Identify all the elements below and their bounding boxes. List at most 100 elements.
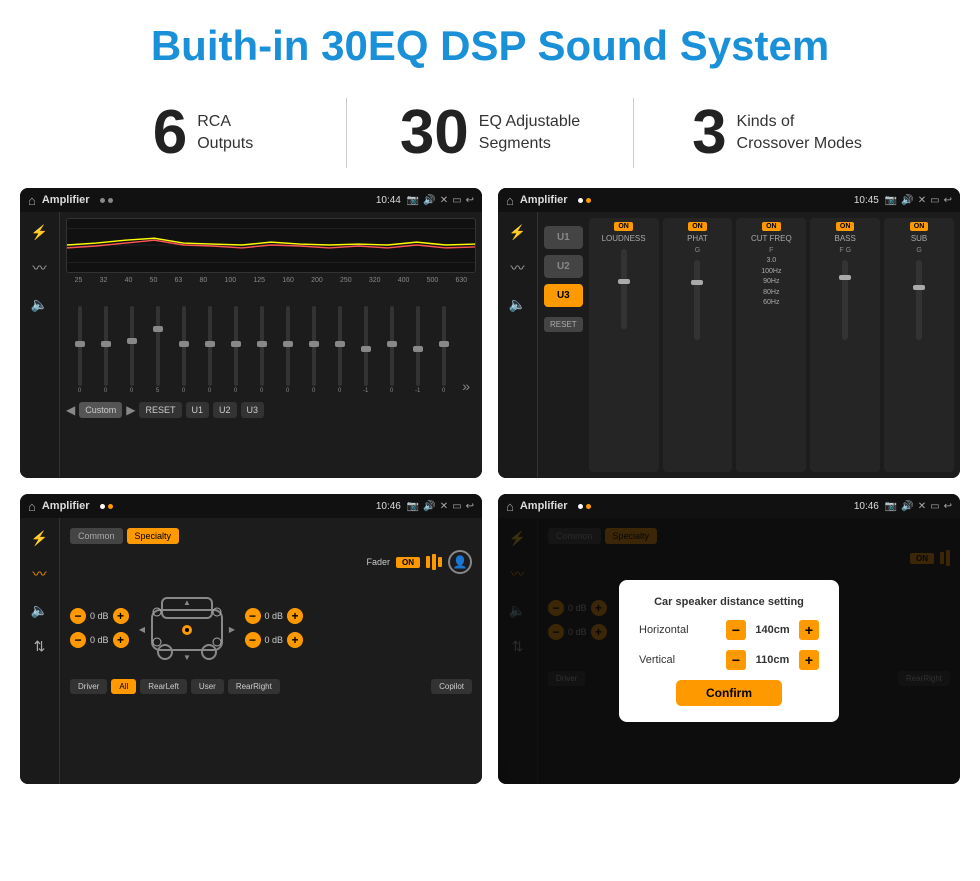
horizontal-minus-btn[interactable]: − <box>726 620 746 640</box>
tab-common[interactable]: Common <box>70 528 123 544</box>
eq-slider-12[interactable]: 0 <box>380 306 403 394</box>
stat-crossover-text: Kinds of Crossover Modes <box>737 111 862 156</box>
fader-bars <box>426 554 442 570</box>
back-icon-4[interactable]: ↩ <box>944 501 952 512</box>
sub-slider[interactable] <box>916 260 922 340</box>
volume-icon-3: 🔊 <box>423 501 435 512</box>
eq-main-area: 2532 4050 6380 100125 160200 250320 4005… <box>60 212 482 478</box>
home-icon[interactable]: ⌂ <box>28 193 36 208</box>
bass-on[interactable]: ON <box>836 222 855 231</box>
eq-btn-u1[interactable]: U1 <box>186 402 210 418</box>
eq-slider-13[interactable]: -1 <box>406 306 429 394</box>
camera-icon-3: 📷 <box>407 501 419 512</box>
cutfreq-on[interactable]: ON <box>762 222 781 231</box>
db-minus-fl[interactable]: − <box>70 608 86 624</box>
eq-slider-2[interactable]: 0 <box>120 306 143 394</box>
eq-sidebar-wave-icon[interactable]: 〰 <box>28 256 52 280</box>
crossover-sidebar-speaker-icon[interactable]: 🔈 <box>506 292 530 316</box>
volume-icon-2: 🔊 <box>901 195 913 206</box>
eq-slider-14[interactable]: 0 <box>432 306 455 394</box>
eq-slider-9[interactable]: 0 <box>302 306 325 394</box>
eq-prev-arrow[interactable]: ◀ <box>66 403 75 417</box>
eq-slider-1[interactable]: 0 <box>94 306 117 394</box>
distance-time: 10:46 <box>854 501 879 512</box>
crossover-sidebar-wave-icon[interactable]: 〰 <box>506 256 530 280</box>
fader-sidebar-eq-icon[interactable]: ⚡ <box>28 526 52 550</box>
eq-sidebar-speaker-icon[interactable]: 🔈 <box>28 292 52 316</box>
svg-text:▼: ▼ <box>183 653 191 662</box>
eq-btn-reset[interactable]: RESET <box>139 402 181 418</box>
eq-scroll-right[interactable]: » <box>458 378 474 394</box>
eq-sliders-container: 0 0 0 5 0 <box>66 288 476 398</box>
crossover-sidebar-eq-icon[interactable]: ⚡ <box>506 220 530 244</box>
vertical-minus-btn[interactable]: − <box>726 650 746 670</box>
fader-on-toggle[interactable]: ON <box>396 557 420 568</box>
crossover-home-icon[interactable]: ⌂ <box>506 193 514 208</box>
fader-user-icon[interactable]: 👤 <box>448 550 472 574</box>
back-icon[interactable]: ↩ <box>466 195 474 206</box>
db-plus-fr[interactable]: + <box>287 608 303 624</box>
fader-sidebar-arrows-icon[interactable]: ⇅ <box>28 634 52 658</box>
btn-copilot[interactable]: Copilot <box>431 679 472 694</box>
vertical-plus-btn[interactable]: + <box>799 650 819 670</box>
distance-home-icon[interactable]: ⌂ <box>506 499 514 514</box>
fader-sidebar-wave-icon[interactable]: 〰 <box>28 562 52 586</box>
eq-slider-10[interactable]: 0 <box>328 306 351 394</box>
eq-slider-5[interactable]: 0 <box>198 306 221 394</box>
u1-btn[interactable]: U1 <box>544 226 583 249</box>
eq-slider-0[interactable]: 0 <box>68 306 91 394</box>
btn-rear-right[interactable]: RearRight <box>228 679 280 694</box>
eq-sidebar-eq-icon[interactable]: ⚡ <box>28 220 52 244</box>
eq-next-arrow[interactable]: ▶ <box>126 403 135 417</box>
eq-slider-3[interactable]: 5 <box>146 306 169 394</box>
eq-btn-custom[interactable]: Custom <box>79 402 122 418</box>
phat-on[interactable]: ON <box>688 222 707 231</box>
db-minus-fr[interactable]: − <box>245 608 261 624</box>
btn-driver[interactable]: Driver <box>70 679 107 694</box>
btn-user[interactable]: User <box>191 679 224 694</box>
db-minus-rl[interactable]: − <box>70 632 86 648</box>
db-plus-fl[interactable]: + <box>113 608 129 624</box>
x-icon: ✕ <box>440 195 448 206</box>
eq-btn-u3[interactable]: U3 <box>241 402 265 418</box>
horizontal-plus-btn[interactable]: + <box>799 620 819 640</box>
tab-specialty[interactable]: Specialty <box>127 528 180 544</box>
cutfreq-label: CUT FREQ <box>751 234 792 243</box>
fader-home-icon[interactable]: ⌂ <box>28 499 36 514</box>
eq-slider-8[interactable]: 0 <box>276 306 299 394</box>
crossover-reset-btn[interactable]: RESET <box>544 317 583 332</box>
u2-btn[interactable]: U2 <box>544 255 583 278</box>
eq-slider-4[interactable]: 0 <box>172 306 195 394</box>
speaker-layout: − 0 dB + − 0 dB + <box>70 580 472 675</box>
horizontal-stepper[interactable]: − 140cm + <box>726 620 819 640</box>
eq-slider-6[interactable]: 0 <box>224 306 247 394</box>
eq-sidebar: ⚡ 〰 🔈 <box>20 212 60 478</box>
db-val-rr: 0 dB <box>265 635 284 645</box>
fader-label: Fader <box>366 557 390 567</box>
db-plus-rr[interactable]: + <box>287 632 303 648</box>
eq-slider-11[interactable]: -1 <box>354 306 377 394</box>
db-plus-rl[interactable]: + <box>113 632 129 648</box>
loudness-on[interactable]: ON <box>614 222 633 231</box>
eq-slider-7[interactable]: 0 <box>250 306 273 394</box>
fader-time: 10:46 <box>376 501 401 512</box>
loudness-slider[interactable] <box>621 249 627 329</box>
fader-sidebar-speaker-icon[interactable]: 🔈 <box>28 598 52 622</box>
btn-all[interactable]: All <box>111 679 136 694</box>
back-icon-3[interactable]: ↩ <box>466 501 474 512</box>
sub-on[interactable]: ON <box>910 222 929 231</box>
u3-btn[interactable]: U3 <box>544 284 583 307</box>
fader-app-name: Amplifier <box>42 500 90 512</box>
back-icon-2[interactable]: ↩ <box>944 195 952 206</box>
vertical-stepper[interactable]: − 110cm + <box>726 650 819 670</box>
eq-btn-u2[interactable]: U2 <box>213 402 237 418</box>
db-minus-rr[interactable]: − <box>245 632 261 648</box>
btn-rear-left[interactable]: RearLeft <box>140 679 187 694</box>
eq-status-bar: ⌂ Amplifier 10:44 📷 🔊 ✕ ▭ ↩ <box>20 188 482 212</box>
bass-label: BASS <box>835 234 856 243</box>
bass-slider[interactable] <box>842 260 848 340</box>
distance-app-name: Amplifier <box>520 500 568 512</box>
phat-slider[interactable] <box>694 260 700 340</box>
x-icon-4: ✕ <box>918 501 926 512</box>
confirm-button[interactable]: Confirm <box>676 680 782 706</box>
